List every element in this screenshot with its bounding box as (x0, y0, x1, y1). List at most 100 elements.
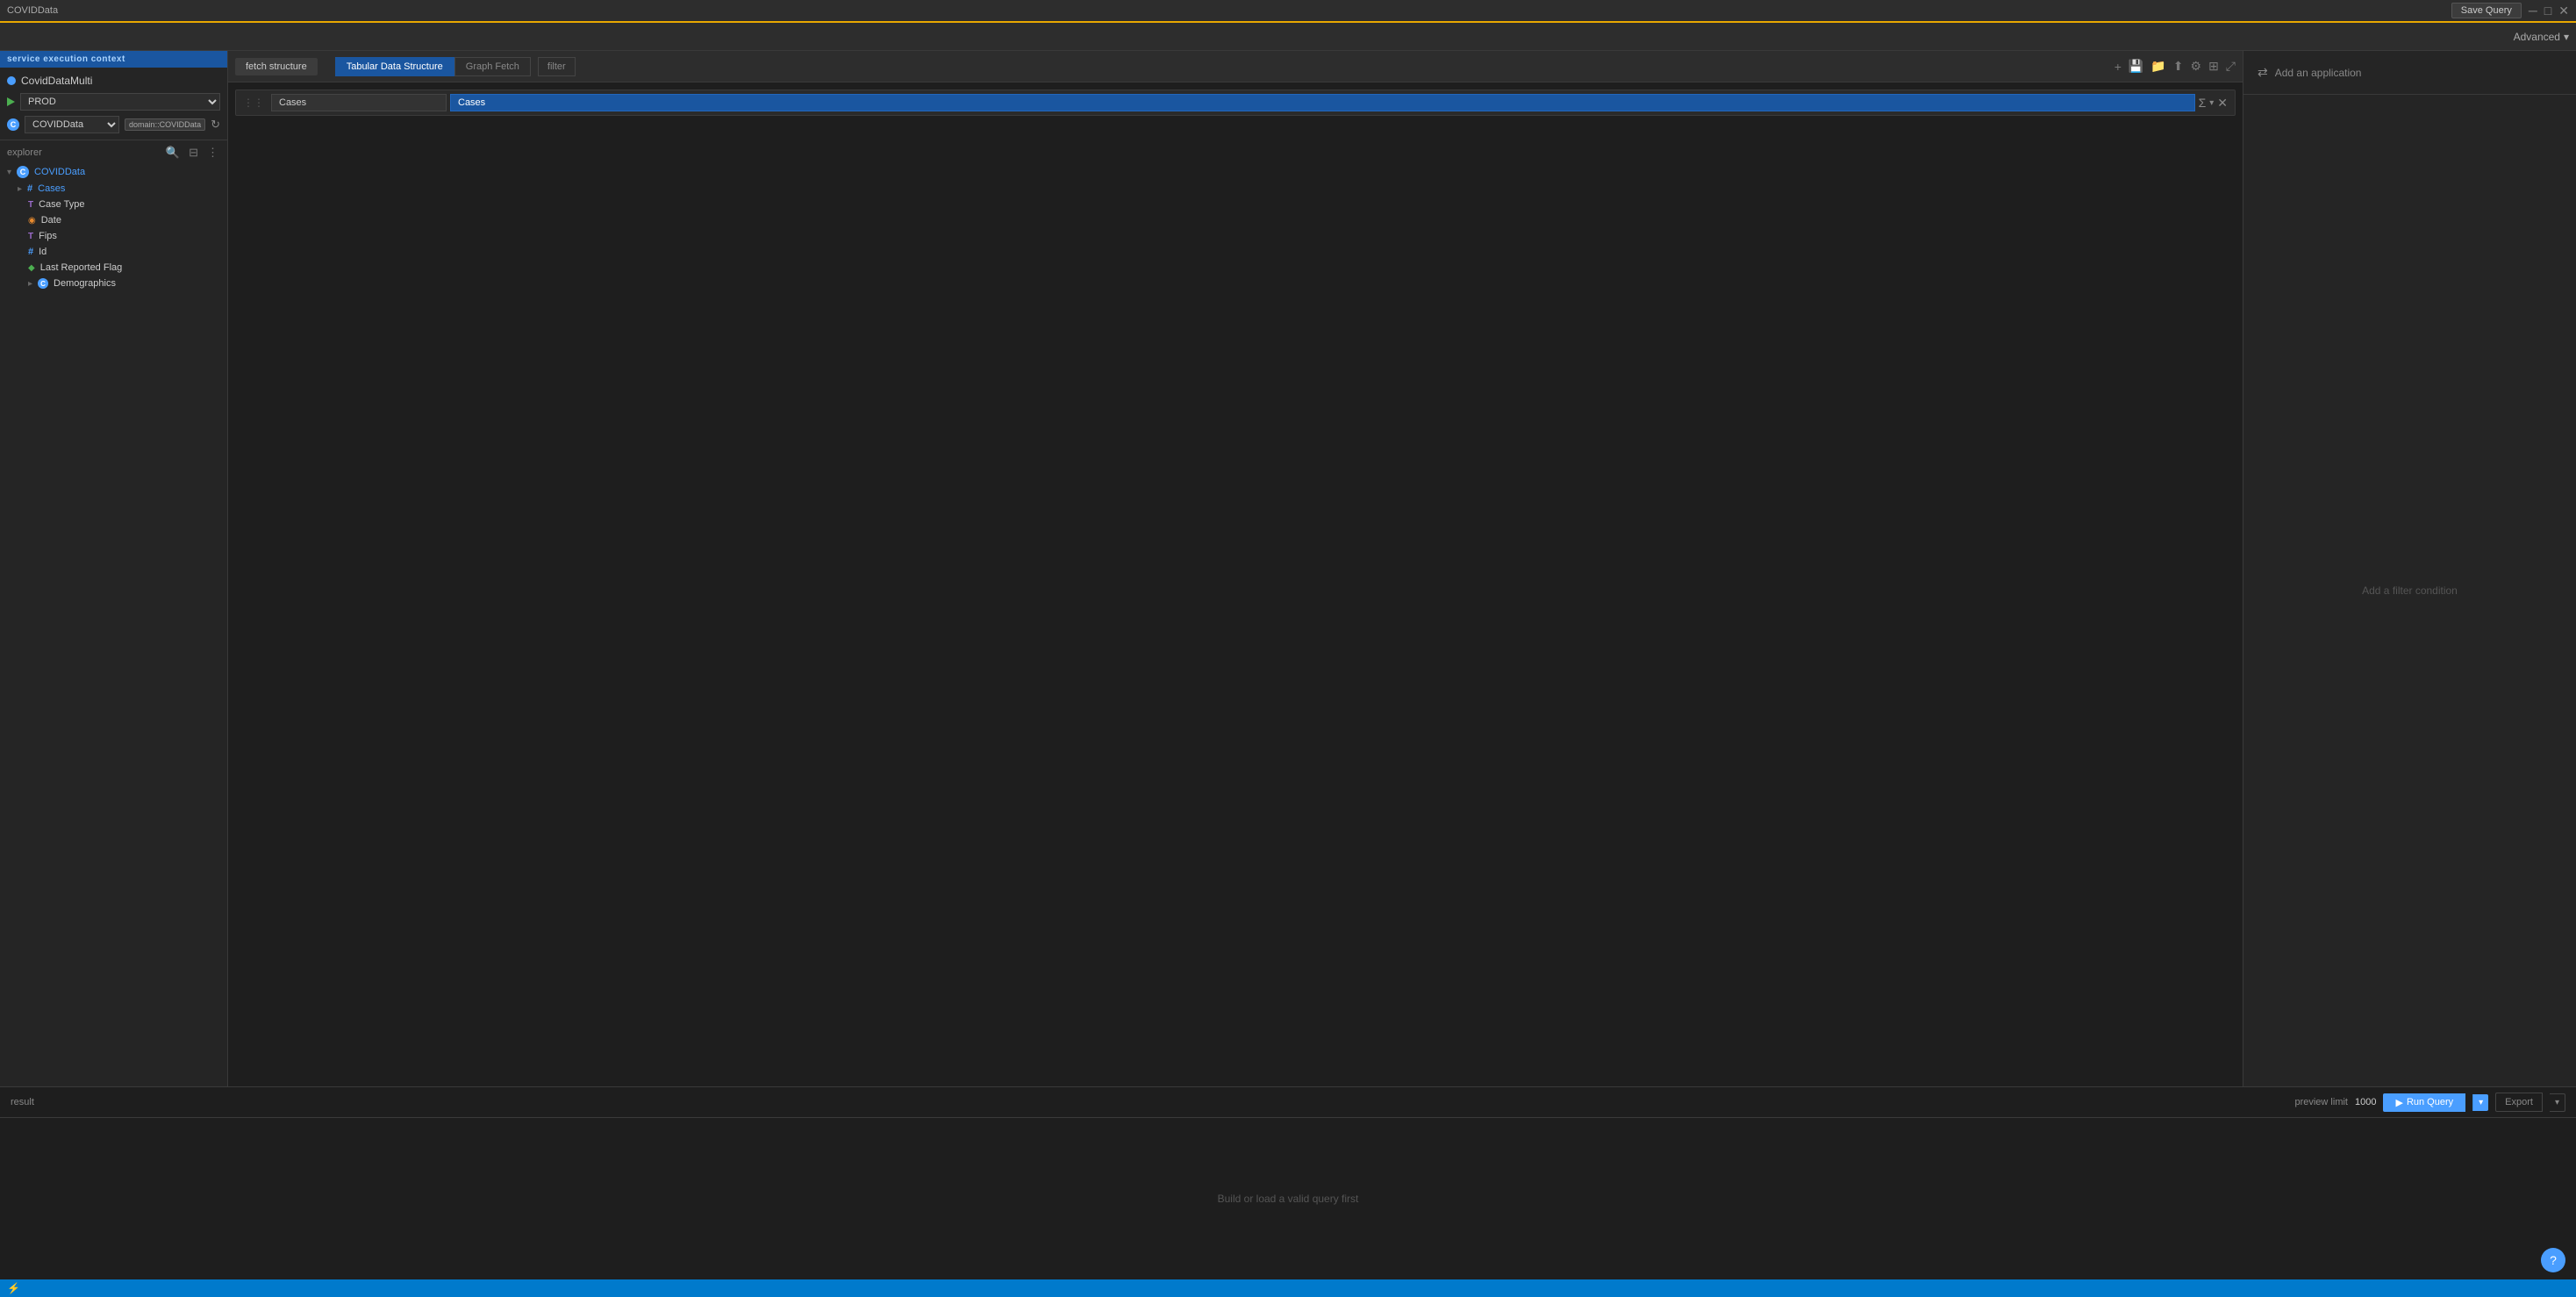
case-type-label: Case Type (39, 199, 84, 210)
query-value-input[interactable] (450, 94, 2195, 111)
demographics-label: Demographics (54, 278, 116, 289)
date-label: Date (41, 215, 61, 226)
add-application-area[interactable]: ⇄ Add an application (2243, 51, 2576, 95)
graph-fetch-tab[interactable]: Graph Fetch (454, 57, 531, 76)
sigma-button[interactable]: Σ (2199, 96, 2207, 110)
explorer-label: explorer (7, 147, 159, 158)
settings-structure-icon[interactable]: ⚙ (2191, 59, 2202, 74)
fetch-structure-tab[interactable]: fetch structure (235, 58, 318, 75)
filter-tab[interactable]: filter (538, 57, 576, 76)
covid-data-multi-icon (7, 76, 16, 85)
tabular-data-structure-tab[interactable]: Tabular Data Structure (335, 57, 454, 76)
upload-icon[interactable]: ⬆ (2173, 59, 2184, 74)
connection-section: CovidDataMulti PROD C COVIDData domain::… (0, 68, 227, 140)
explorer-section: explorer 🔍 ⊟ ⋮ ▾ C COVIDData ▸ # Cases ⊕… (0, 140, 227, 291)
case-type-icon: T (28, 200, 33, 210)
chevron-down-icon: ▾ (7, 168, 11, 177)
covid-data-multi-row[interactable]: CovidDataMulti (0, 71, 227, 90)
tree-demographics-item[interactable]: ▸ C Demographics ⚙ (0, 276, 227, 291)
covid-data-row: C COVIDData domain::COVIDData ↻ (0, 113, 227, 136)
covid-data-select[interactable]: COVIDData (25, 116, 119, 133)
advanced-bar: Advanced ▾ (0, 23, 2576, 51)
add-app-text: Add an application (2275, 67, 2362, 79)
date-type-icon: ◉ (28, 216, 36, 226)
last-reported-type-icon: ◆ (28, 263, 35, 273)
tree-case-type-item[interactable]: T Case Type ⊕ ⚙ (0, 197, 227, 212)
fips-label: Fips (39, 231, 57, 241)
toolbar-icons: + 💾 📁 ⬆ ⚙ ⊞ ⤢ (2114, 59, 2236, 74)
save-structure-icon[interactable]: 💾 (2129, 59, 2143, 74)
preview-limit-value: 1000 (2355, 1097, 2376, 1107)
bottom-bar-icon[interactable]: ⚡ (7, 1282, 20, 1294)
chevron-right-icon: ▸ (18, 184, 22, 194)
export-button[interactable]: Export (2495, 1093, 2543, 1112)
layout-adjust-icon[interactable]: ⊟ (187, 146, 200, 160)
tree-root-item[interactable]: ▾ C COVIDData (0, 163, 227, 181)
maximize-icon[interactable]: □ (2544, 4, 2551, 18)
preview-limit-label: preview limit (2294, 1097, 2348, 1107)
prod-row: PROD (0, 90, 227, 113)
result-label: result (11, 1097, 34, 1107)
query-label-input[interactable] (271, 94, 447, 111)
filter-content: Add a filter condition (2243, 95, 2576, 1086)
covid-data-multi-label: CovidDataMulti (21, 75, 92, 87)
explorer-header: explorer 🔍 ⊟ ⋮ (0, 140, 227, 163)
minimize-icon[interactable]: ─ (2529, 4, 2537, 18)
top-bar: COVIDData Save Query ─ □ ✕ (0, 0, 2576, 23)
right-panel: ⇄ Add an application Add a filter condit… (2243, 51, 2576, 1086)
add-icon[interactable]: + (2114, 60, 2122, 74)
demographics-chevron-icon: ▸ (28, 279, 32, 289)
cases-type-icon: # (27, 183, 32, 194)
prod-select[interactable]: PROD (20, 93, 220, 111)
advanced-dropdown-icon: ▾ (2564, 31, 2569, 43)
tree-fips-item[interactable]: T Fips ⊕ ⚙ (0, 228, 227, 244)
app-title: COVIDData (7, 5, 58, 16)
expand-structure-icon[interactable]: ⤢ (2226, 59, 2236, 74)
service-context-label: service execution context (7, 54, 125, 64)
grid-icon[interactable]: ⊞ (2208, 59, 2219, 74)
close-icon[interactable]: ✕ (2558, 4, 2569, 18)
export-dropdown-button[interactable]: ▾ (2550, 1093, 2565, 1112)
root-c-icon: C (17, 166, 29, 178)
query-row: ⋮⋮ Σ ▾ ✕ (235, 90, 2236, 116)
refresh-button[interactable]: ↻ (211, 118, 220, 132)
id-type-icon: # (28, 247, 33, 257)
tree-id-item[interactable]: # Id ⊕ ⚙ (0, 244, 227, 260)
tree-cases-item[interactable]: ▸ # Cases ⊕ ⚙ (0, 181, 227, 197)
build-query-text: Build or load a valid query first (1218, 1193, 1359, 1205)
query-area: ⋮⋮ Σ ▾ ✕ (228, 82, 2243, 1086)
result-header: result preview limit 1000 ▶ Run Query ▾ … (0, 1087, 2576, 1118)
save-query-button[interactable]: Save Query (2451, 3, 2522, 18)
search-icon[interactable]: 🔍 (164, 146, 182, 160)
domain-badge: domain::COVIDData (125, 118, 205, 131)
result-area: result preview limit 1000 ▶ Run Query ▾ … (0, 1086, 2576, 1279)
tree-last-reported-item[interactable]: ◆ Last Reported Flag ⊕ ⚙ (0, 260, 227, 276)
run-query-dropdown-button[interactable]: ▾ (2472, 1094, 2488, 1111)
c-badge-icon: C (7, 118, 19, 131)
drag-handle-icon[interactable]: ⋮⋮ (243, 97, 264, 109)
more-options-icon[interactable]: ⋮ (205, 146, 220, 160)
fips-type-icon: T (28, 232, 33, 241)
filter-placeholder: Add a filter condition (2362, 584, 2458, 597)
center-panel: fetch structure Tabular Data Structure G… (228, 51, 2243, 1086)
tree-date-item[interactable]: ◉ Date ⊕ ⚙ (0, 212, 227, 228)
run-query-button[interactable]: ▶ Run Query (2383, 1093, 2465, 1112)
run-icon: ▶ (2395, 1097, 2402, 1108)
help-button[interactable]: ? (2541, 1248, 2565, 1272)
id-label: Id (39, 247, 47, 257)
service-context-bar: service execution context (0, 51, 227, 68)
query-dropdown-button[interactable]: ▾ (2209, 98, 2214, 108)
result-body: Build or load a valid query first (0, 1118, 2576, 1279)
tree-root-label: COVIDData (34, 167, 85, 177)
folder-structure-icon[interactable]: 📁 (2150, 59, 2165, 74)
cases-label: Cases (38, 183, 65, 194)
sidebar: service execution context CovidDataMulti… (0, 51, 228, 1086)
advanced-button[interactable]: Advanced ▾ (2514, 31, 2569, 43)
main-area: service execution context CovidDataMulti… (0, 51, 2576, 1086)
result-controls: preview limit 1000 ▶ Run Query ▾ Export … (2294, 1093, 2565, 1112)
last-reported-label: Last Reported Flag (40, 262, 123, 273)
close-query-button[interactable]: ✕ (2217, 96, 2228, 111)
bottom-bar: ⚡ (0, 1279, 2576, 1297)
demographics-c-icon: C (38, 278, 48, 289)
structure-tabs: Tabular Data Structure Graph Fetch (335, 57, 531, 76)
